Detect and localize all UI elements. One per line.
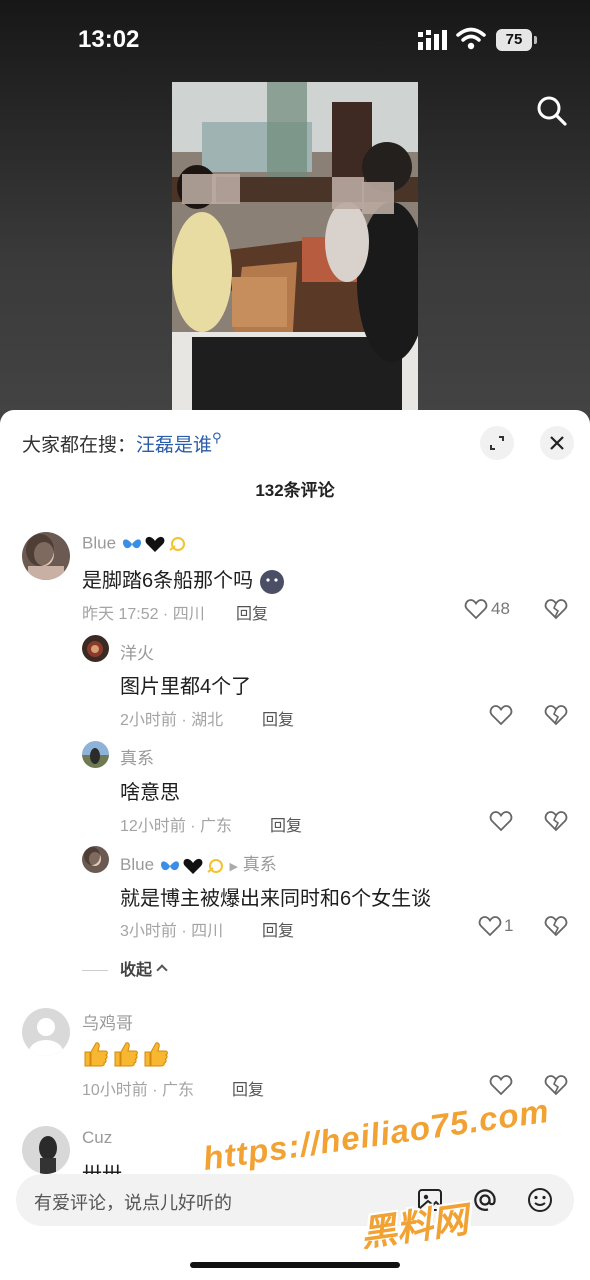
collapse-replies-button[interactable]: 收起 (82, 956, 168, 980)
comment-text: 是脚踏6条船那个吗 (82, 564, 285, 595)
like-count: 1 (504, 916, 514, 935)
comment-meta: 10小时前 · 广东 (82, 1082, 195, 1099)
comment-meta: 12小时前 · 广东 (120, 818, 233, 835)
avatar[interactable] (82, 741, 109, 768)
battery-level: 75 (496, 29, 532, 51)
expand-button[interactable] (480, 426, 514, 460)
expand-icon (490, 436, 504, 450)
reply-button[interactable]: 回复 (236, 600, 268, 624)
at-icon[interactable] (471, 1186, 499, 1214)
avatar-photo (82, 846, 109, 873)
broken-heart-icon[interactable] (544, 1074, 568, 1096)
comment-text-content: 是脚踏6条船那个吗 (82, 570, 254, 592)
comment-meta: 2小时前 · 湖北 (120, 712, 224, 729)
battery-icon: 75 (496, 29, 538, 51)
status-bar: 13:02 75 (0, 0, 590, 80)
reply-button[interactable]: 回复 (270, 812, 302, 836)
avatar-photo (82, 741, 109, 768)
status-time: 13:02 (78, 26, 140, 53)
broken-heart-icon[interactable] (544, 810, 568, 832)
hot-search-prefix: 大家都在搜： (22, 435, 137, 456)
avatar[interactable] (22, 532, 70, 580)
reply-button[interactable]: 回复 (262, 917, 294, 941)
comment-username[interactable]: 乌鸡哥 (82, 1009, 133, 1034)
heart-icon[interactable] (489, 704, 513, 726)
emoji-icon[interactable] (526, 1186, 554, 1214)
thumbs-up-emoji-icons (84, 1042, 168, 1067)
comment-username[interactable]: 真系 (120, 744, 154, 769)
heart-icon[interactable] (464, 598, 488, 620)
comment-text: 就是博主被爆出来同时和6个女生谈 (120, 888, 432, 910)
comment-text: 图片里都4个了 (120, 676, 252, 698)
comment-username[interactable]: 洋火 (120, 639, 154, 664)
comment-username[interactable]: Blue (82, 533, 187, 555)
chevron-up-icon (156, 964, 168, 976)
reply-arrow-icon: ▶ (229, 861, 238, 873)
username-text: Blue (120, 855, 155, 874)
avatar[interactable] (22, 1008, 70, 1056)
battery-tip (534, 36, 537, 44)
comment-meta: 3小时前 · 四川 (120, 923, 224, 940)
default-avatar-icon (22, 1008, 70, 1056)
avatar-photo (82, 635, 109, 662)
comment-username[interactable]: Blue ▶ 真系 (120, 850, 277, 877)
signal-icon (418, 30, 447, 50)
heart-icon[interactable] (489, 1074, 513, 1096)
video-thumbnail[interactable] (172, 82, 418, 410)
divider-line (82, 970, 108, 972)
avatar-photo (22, 1126, 70, 1174)
search-small-icon: ⚲ (212, 430, 222, 445)
hot-search-keyword[interactable]: 汪磊是谁 (136, 435, 212, 456)
comment-input[interactable]: 有爱评论，说点儿好听的 (34, 1189, 232, 1215)
collapse-label: 收起 (120, 962, 153, 979)
home-indicator (190, 1262, 400, 1268)
avatar[interactable] (82, 846, 109, 873)
dark-face-emoji-icon (259, 569, 284, 594)
comment-meta: 昨天 17:52 · 四川 (82, 606, 205, 623)
reply-button[interactable]: 回复 (232, 1076, 264, 1100)
comment-input-bar[interactable]: 有爱评论，说点儿好听的 (16, 1174, 574, 1226)
broken-heart-icon[interactable] (544, 598, 568, 620)
search-icon[interactable] (534, 93, 570, 129)
username-emoji-icons (160, 858, 223, 874)
close-button[interactable] (540, 426, 574, 460)
comment-username[interactable]: Cuz (82, 1128, 112, 1148)
avatar[interactable] (82, 635, 109, 662)
comment-text: 啥意思 (120, 782, 180, 804)
username-text: Blue (82, 533, 117, 553)
wifi-icon (456, 27, 486, 50)
comment-count: 132条评论 (255, 481, 335, 500)
broken-heart-icon[interactable] (544, 704, 568, 726)
like-count: 48 (491, 599, 510, 618)
hot-search[interactable]: 大家都在搜：汪磊是谁⚲ (22, 430, 222, 457)
reply-button[interactable]: 回复 (262, 706, 294, 730)
heart-icon[interactable] (478, 915, 502, 937)
avatar-photo (22, 532, 70, 580)
close-icon (550, 436, 564, 450)
comment-text (82, 1040, 170, 1068)
broken-heart-icon[interactable] (544, 915, 568, 937)
username-emoji-icons (122, 536, 185, 552)
reply-to-username[interactable]: 真系 (243, 855, 277, 874)
heart-icon[interactable] (489, 810, 513, 832)
avatar[interactable] (22, 1126, 70, 1174)
restaurant-photo (172, 82, 418, 410)
